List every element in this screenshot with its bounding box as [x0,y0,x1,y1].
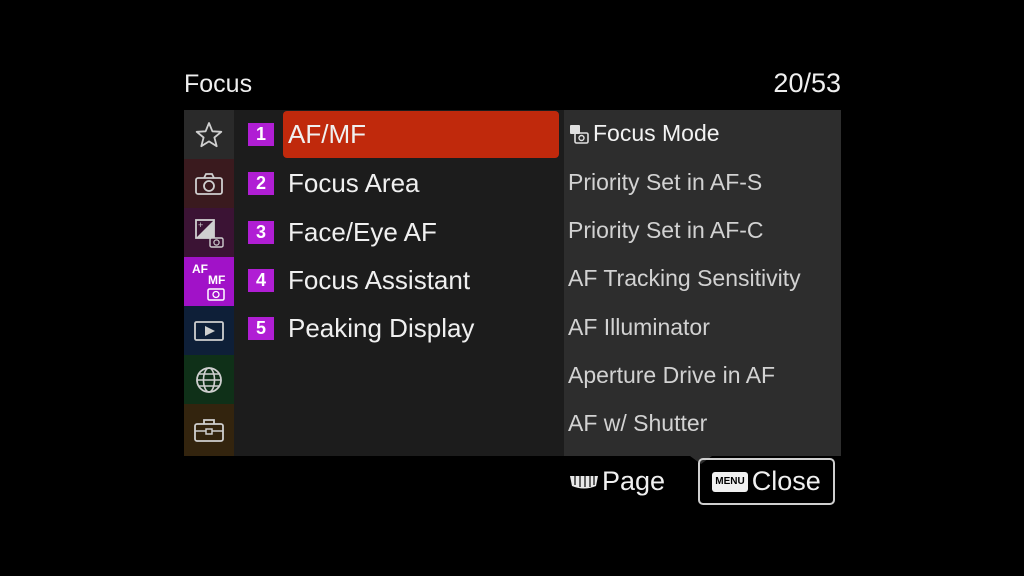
close-label: Close [751,466,821,496]
detail-item-aperture-drive[interactable]: Aperture Drive in AF [568,362,775,389]
submenu-item-label: AF/MF [288,119,366,149]
submenu-item-focus-assistant[interactable]: 4 Focus Assistant [234,256,562,304]
submenu-item-peaking-display[interactable]: 5 Peaking Display [234,304,562,352]
submenu-item-focus-area[interactable]: 2 Focus Area [234,159,562,207]
page-indicator: 20/53 [773,68,841,98]
star-icon [195,121,223,147]
page-button[interactable]: Page [568,466,665,497]
close-button[interactable]: MENU Close [698,458,835,505]
tab-mf-text: MF [208,273,225,287]
submenu-item-label: Focus Area [288,168,420,198]
submenu-item-label: Peaking Display [288,313,475,343]
submenu-item-af-mf[interactable]: 1 AF/MF [234,110,562,158]
detail-item-af-tracking-sensitivity[interactable]: AF Tracking Sensitivity [568,265,801,292]
menu-panel: + AF MF 1 AF/MF 2 Focus Area 3 Face/Eye … [184,110,841,456]
globe-icon [196,366,222,393]
submenu-item-label: Focus Assistant [288,265,471,295]
item-number-badge: 5 [248,317,274,340]
tab-setup[interactable] [184,404,234,456]
camera-icon [195,172,223,195]
item-number-badge: 3 [248,221,274,244]
tab-network[interactable] [184,355,234,404]
tab-playback[interactable] [184,306,234,355]
item-number-badge: 2 [248,172,274,195]
menu-key-icon: MENU [712,471,748,492]
toolbox-icon [194,419,224,442]
playback-icon [194,320,224,341]
detail-panel: Focus Mode Priority Set in AF-S Priority… [564,110,841,456]
submenu-item-face-eye-af[interactable]: 3 Face/Eye AF [234,208,562,256]
tab-shooting[interactable] [184,159,234,208]
exposure-icon: + [195,218,224,248]
item-number-badge: 1 [248,123,274,146]
header-title: Focus [184,70,253,98]
still-camera-mode-icon [570,124,589,144]
page-label: Page [602,466,666,496]
category-tabs: + AF MF [184,110,234,456]
detail-item-focus-mode[interactable]: Focus Mode [568,120,720,147]
detail-item-af-w-shutter[interactable]: AF w/ Shutter [568,410,707,437]
detail-item-priority-af-s[interactable]: Priority Set in AF-S [568,169,762,196]
tab-my-menu[interactable] [184,110,234,159]
detail-item-label: Focus Mode [593,120,720,146]
dial-icon [570,475,598,488]
tab-exposure-color[interactable]: + [184,208,234,257]
detail-item-priority-af-c[interactable]: Priority Set in AF-C [568,217,764,244]
tab-focus[interactable]: AF MF [184,257,234,306]
af-mf-icon: AF MF [192,262,225,301]
detail-item-af-illuminator[interactable]: AF Illuminator [568,314,710,341]
submenu-list: 1 AF/MF 2 Focus Area 3 Face/Eye AF 4 Foc… [234,110,562,456]
item-number-badge: 4 [248,269,274,292]
svg-text:+: + [198,220,203,230]
submenu-item-label: Face/Eye AF [288,217,437,247]
tab-af-text: AF [192,262,208,276]
